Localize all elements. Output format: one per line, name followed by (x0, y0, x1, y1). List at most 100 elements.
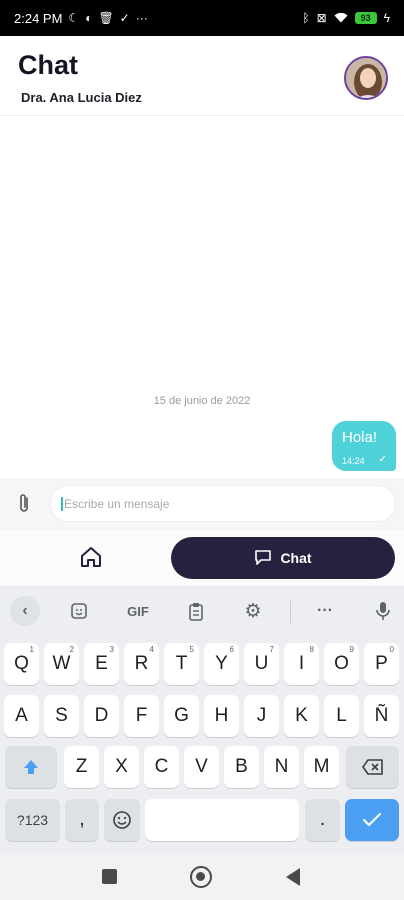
chat-bubble-icon (254, 548, 272, 569)
key-number-hint: 0 (389, 645, 394, 654)
microphone-icon[interactable] (370, 598, 396, 624)
gif-button[interactable]: GIF (122, 598, 154, 624)
download-done-icon: ✓ (119, 11, 130, 25)
key-number-hint: 9 (349, 645, 354, 654)
key-label: O (334, 653, 349, 674)
battery-icon: 93 (354, 12, 377, 24)
soft-keyboard: ‹ GIF ⚙ ··· Q1W2E3R4T5Y6U7I8O9P0 ASDFGHJ… (0, 586, 404, 854)
message-text: Hola! (342, 429, 378, 446)
key-number-hint: 3 (109, 645, 114, 654)
trash-icon: 🗑 (98, 11, 114, 25)
key-number-hint: 1 (29, 645, 34, 654)
doctor-name: Dra. Ana Lucia Diez (21, 90, 142, 105)
page-title: Chat (18, 50, 78, 80)
key-q[interactable]: Q1 (4, 643, 39, 685)
key-number-hint: 6 (229, 645, 234, 654)
shift-key[interactable] (5, 746, 57, 788)
key-number-hint: 8 (309, 645, 314, 654)
clipboard-icon[interactable] (183, 598, 209, 624)
key-t[interactable]: T5 (164, 643, 199, 685)
message-time: 14:24 (342, 456, 365, 466)
text-cursor (61, 496, 63, 511)
space-bar[interactable] (145, 799, 299, 841)
key-e[interactable]: E3 (84, 643, 119, 685)
key-8[interactable]: L (324, 695, 359, 737)
key-y[interactable]: Y6 (204, 643, 239, 685)
chat-nav-button[interactable]: Chat (171, 537, 395, 579)
no-sim-icon: ⊠ (316, 11, 327, 25)
key-label: I (298, 653, 305, 674)
home-circle-icon[interactable] (190, 866, 212, 888)
message-bubble-sent[interactable]: Hola! 14:24 ✓ (332, 421, 396, 471)
key-label: Q (14, 653, 29, 674)
key-r[interactable]: R4 (124, 643, 159, 685)
period-key[interactable]: . (305, 799, 340, 841)
gear-icon[interactable]: ⚙ (240, 598, 266, 624)
symbols-key[interactable]: ?123 (5, 799, 60, 841)
key-3[interactable]: F (124, 695, 159, 737)
key-9[interactable]: Ñ (364, 695, 399, 737)
avatar[interactable] (344, 56, 388, 100)
key-m[interactable]: M (304, 746, 339, 788)
message-input[interactable]: Escribe un mensaje (50, 485, 396, 522)
home-icon[interactable] (78, 544, 104, 570)
toolbar-divider (290, 601, 291, 623)
key-n[interactable]: N (264, 746, 299, 788)
key-7[interactable]: K (284, 695, 319, 737)
key-i[interactable]: I8 (284, 643, 319, 685)
sticker-icon[interactable] (66, 598, 92, 624)
bottom-nav: Chat (0, 530, 404, 586)
key-number-hint: 4 (149, 645, 154, 654)
moon-icon: ☾ (68, 11, 80, 25)
back-triangle-icon[interactable] (286, 868, 300, 886)
key-v[interactable]: V (184, 746, 219, 788)
status-bar: 2:24 PM ☾ ◐ 🗑 ✓ ··· ᛒ ⊠ 93 ϟ (0, 0, 404, 36)
chat-messages-area[interactable]: 15 de junio de 2022 Hola! 14:24 ✓ (0, 117, 404, 477)
sent-check-icon: ✓ (378, 454, 387, 465)
enter-key[interactable] (345, 799, 399, 841)
key-number-hint: 5 (189, 645, 194, 654)
backspace-key[interactable] (346, 746, 399, 788)
key-4[interactable]: G (164, 695, 199, 737)
key-u[interactable]: U7 (244, 643, 279, 685)
key-label: P (375, 653, 388, 674)
bluetooth-icon: ᛒ (302, 11, 310, 25)
keyboard-toolbar: ‹ GIF ⚙ ··· (0, 586, 404, 636)
emoji-icon[interactable] (104, 799, 140, 841)
attach-icon[interactable] (14, 492, 34, 516)
key-2[interactable]: D (84, 695, 119, 737)
date-separator: 15 de junio de 2022 (153, 395, 251, 407)
status-time: 2:24 PM (14, 10, 63, 26)
app-header: Chat Dra. Ana Lucia Diez (0, 36, 404, 116)
key-0[interactable]: A (4, 695, 39, 737)
key-z[interactable]: Z (64, 746, 99, 788)
key-b[interactable]: B (224, 746, 259, 788)
more-options-icon[interactable]: ··· (311, 598, 339, 624)
comma-key[interactable]: , (65, 799, 99, 841)
profile-photo-icon (346, 58, 386, 98)
key-label: R (134, 653, 149, 674)
system-nav-bar (0, 854, 404, 900)
key-5[interactable]: H (204, 695, 239, 737)
key-label: U (254, 653, 269, 674)
chevron-left-icon[interactable]: ‹ (10, 596, 40, 626)
key-label: W (52, 653, 71, 674)
message-composer: Escribe un mensaje (0, 478, 404, 530)
key-x[interactable]: X (104, 746, 139, 788)
key-o[interactable]: O9 (324, 643, 359, 685)
message-input-placeholder: Escribe un mensaje (64, 496, 170, 511)
charging-icon: ϟ (383, 11, 390, 25)
more-dots-icon: ··· (135, 11, 148, 25)
key-number-hint: 2 (69, 645, 74, 654)
key-label: T (175, 653, 188, 674)
key-1[interactable]: S (44, 695, 79, 737)
recents-square-icon[interactable] (102, 869, 117, 884)
key-6[interactable]: J (244, 695, 279, 737)
key-p[interactable]: P0 (364, 643, 399, 685)
data-saver-icon: ◐ (85, 11, 93, 25)
chat-nav-label: Chat (280, 550, 312, 566)
wifi-icon (334, 12, 348, 25)
key-w[interactable]: W2 (44, 643, 79, 685)
key-label: Y (215, 653, 228, 674)
key-c[interactable]: C (144, 746, 179, 788)
